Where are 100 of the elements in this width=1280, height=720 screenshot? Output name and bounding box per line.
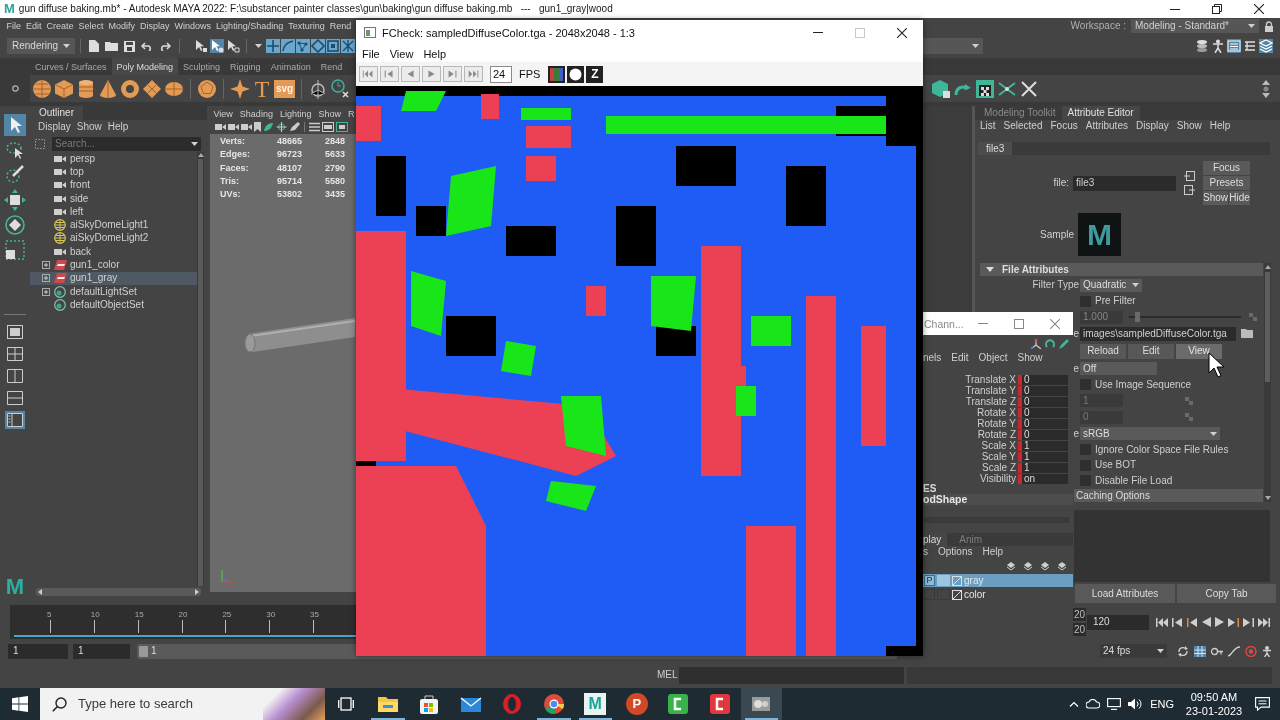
- button[interactable]: Show: [1203, 191, 1228, 205]
- move-cross-icon[interactable]: [265, 39, 280, 53]
- menu-item[interactable]: Select: [76, 19, 107, 33]
- torus-icon[interactable]: [120, 78, 140, 99]
- single-pane-icon[interactable]: [7, 325, 23, 339]
- checker-icon[interactable]: [975, 78, 995, 99]
- menu-item[interactable]: Edit: [946, 351, 974, 364]
- node-name-field[interactable]: file3: [1073, 175, 1176, 191]
- cone-icon[interactable]: [98, 78, 118, 99]
- circle-arrows-icon[interactable]: [4, 214, 26, 236]
- outliner-row[interactable]: aiSkyDomeLight1: [30, 218, 197, 232]
- scroll-arrows-icon[interactable]: [1262, 79, 1270, 98]
- curve-icon[interactable]: [280, 39, 295, 53]
- shelf-tab[interactable]: Sculpting: [178, 58, 226, 75]
- expand-icon[interactable]: [42, 287, 50, 296]
- channel-value-field[interactable]: 1: [1018, 451, 1068, 462]
- crosshair-icon[interactable]: [276, 121, 287, 132]
- outliner-row[interactable]: defaultLightSet: [30, 284, 197, 299]
- range-handle-icon[interactable]: [139, 645, 148, 657]
- step-forward-icon[interactable]: [1243, 617, 1254, 627]
- axes-icon[interactable]: [1031, 339, 1041, 349]
- cloud-icon[interactable]: [1086, 699, 1101, 709]
- menu-item[interactable]: Show: [73, 120, 105, 133]
- menu-item[interactable]: Show: [1012, 351, 1048, 364]
- pencil-icon[interactable]: [289, 121, 300, 132]
- shape-node-row[interactable]: odShape: [923, 494, 1073, 505]
- search-field[interactable]: Search...: [52, 136, 201, 151]
- two-pane-icon[interactable]: [7, 369, 23, 383]
- burst-icon[interactable]: [340, 39, 355, 53]
- document-icon[interactable]: [89, 40, 99, 52]
- menu-item[interactable]: Create: [44, 19, 77, 33]
- depth-button[interactable]: Z: [586, 65, 604, 83]
- dropdown[interactable]: sRGB: [1080, 427, 1220, 440]
- dropdown[interactable]: Quadratic: [1080, 278, 1142, 292]
- section-header[interactable]: File Attributes: [980, 263, 1263, 276]
- output-connection-icon[interactable]: [1184, 185, 1195, 195]
- list-icon[interactable]: [309, 121, 320, 132]
- play-backward-icon[interactable]: [1202, 617, 1211, 627]
- button[interactable]: Edit: [1128, 343, 1174, 359]
- folder-icon[interactable]: [105, 41, 118, 51]
- diagonal-line-icon[interactable]: [952, 589, 962, 600]
- outliner-row[interactable]: gun1_gray: [30, 271, 197, 285]
- clock-icon[interactable]: [330, 78, 351, 99]
- brush-icon[interactable]: [4, 164, 26, 186]
- node-tab[interactable]: file3: [978, 142, 1013, 155]
- shelf-tab[interactable]: Animation: [265, 58, 316, 75]
- search-box[interactable]: Type here to search: [40, 688, 325, 720]
- panel-tab[interactable]: Outliner: [30, 106, 83, 120]
- taskbar-app-button[interactable]: P: [616, 688, 658, 720]
- scrollbar[interactable]: [197, 152, 204, 586]
- playback-toggle[interactable]: P: [924, 575, 935, 586]
- menu-item[interactable]: Options: [933, 546, 978, 558]
- outliner-row[interactable]: back: [30, 245, 197, 259]
- menu-item[interactable]: Modify: [106, 19, 138, 33]
- slider-track[interactable]: [1129, 312, 1241, 322]
- menu-item[interactable]: Object: [973, 351, 1013, 364]
- hierarchy-select-icon[interactable]: [194, 39, 208, 53]
- play-icon[interactable]: [422, 66, 441, 82]
- layer-row[interactable]: color: [923, 588, 1073, 601]
- menu-item[interactable]: Help: [977, 546, 1009, 558]
- scroll-thumb[interactable]: [198, 158, 203, 586]
- go-to-start-icon[interactable]: [359, 66, 378, 82]
- layer-icon[interactable]: [1006, 560, 1016, 571]
- start-frame-field[interactable]: 1: [8, 643, 68, 659]
- list-icon[interactable]: [1243, 39, 1257, 53]
- menu-item[interactable]: Show: [1172, 120, 1206, 132]
- menu-item[interactable]: s: [923, 546, 933, 558]
- squares-icon[interactable]: [4, 239, 26, 261]
- menu-item[interactable]: Display: [1131, 120, 1173, 132]
- menu-item[interactable]: Windows: [172, 19, 214, 33]
- button[interactable]: Reload: [1080, 343, 1126, 359]
- loop-icon[interactable]: [1177, 645, 1189, 657]
- live-surface-field[interactable]: [923, 38, 983, 54]
- frame-icon[interactable]: [336, 121, 348, 132]
- color-channels-icon[interactable]: [548, 65, 566, 83]
- figure-icon[interactable]: [1262, 645, 1272, 657]
- menu-item[interactable]: File: [357, 47, 385, 60]
- panel-tab[interactable]: play: [923, 533, 948, 546]
- four-arrows-icon[interactable]: [4, 189, 26, 211]
- stacked-disks-icon[interactable]: [1195, 39, 1209, 53]
- menu-item[interactable]: Rend: [327, 19, 354, 33]
- panel-icon[interactable]: [1227, 39, 1241, 53]
- diamond-icon[interactable]: [142, 78, 162, 99]
- cube-icon[interactable]: [931, 78, 951, 99]
- fps-field[interactable]: 24: [490, 65, 512, 83]
- dropdown[interactable]: Off: [1080, 362, 1157, 375]
- input-connection-icon[interactable]: [1184, 171, 1195, 181]
- step-back-icon[interactable]: [1172, 617, 1183, 627]
- crossed-lines-icon[interactable]: [1019, 78, 1039, 99]
- speaker-icon[interactable]: [1128, 698, 1143, 710]
- section-header[interactable]: Caching Options: [1074, 489, 1263, 502]
- channel-value-field[interactable]: 0: [1018, 418, 1068, 429]
- outliner-row[interactable]: side: [30, 191, 197, 206]
- cube-icon[interactable]: [54, 78, 74, 99]
- channel-value-field[interactable]: 0: [1018, 429, 1068, 440]
- menu-item[interactable]: View: [213, 107, 233, 120]
- camera-icon[interactable]: [228, 121, 239, 132]
- channel-value-field[interactable]: 0: [1018, 385, 1068, 396]
- frame-field[interactable]: 20: [1073, 623, 1086, 636]
- clock-time[interactable]: 09:50 AM: [1190, 690, 1238, 704]
